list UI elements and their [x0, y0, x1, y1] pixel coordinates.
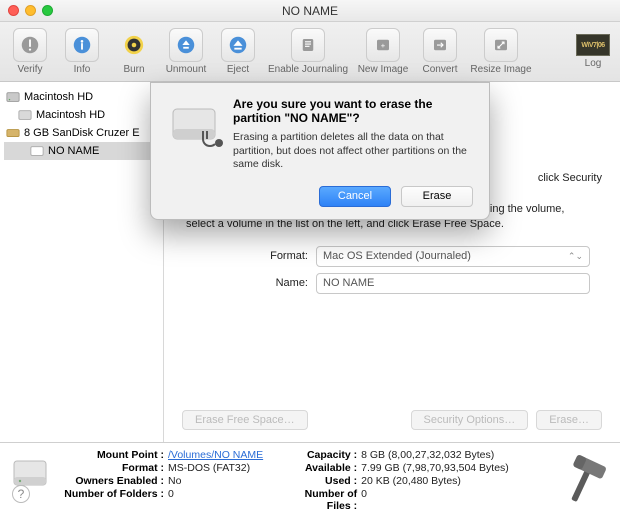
- truncated-text: click Security: [538, 172, 602, 184]
- log-icon: W\V7|06: [576, 34, 610, 56]
- dialog-body: Erasing a partition deletes all the data…: [233, 131, 473, 172]
- verify-button[interactable]: Verify: [4, 28, 56, 75]
- convert-button[interactable]: Convert: [414, 28, 466, 75]
- sidebar-volume-no-name[interactable]: NO NAME: [4, 142, 159, 160]
- format-select[interactable]: Mac OS Extended (Journaled) ⌃⌄: [316, 246, 590, 267]
- cancel-button[interactable]: Cancel: [319, 186, 391, 207]
- eject-icon: [221, 28, 255, 62]
- hammer-watermark: [554, 449, 614, 509]
- info-icon: [65, 28, 99, 62]
- unmount-icon: [169, 28, 203, 62]
- burn-button[interactable]: Burn: [108, 28, 160, 75]
- security-options-button: Security Options…: [411, 410, 529, 430]
- toolbar: Verify Info Burn Unmount Eject Enable Jo…: [0, 22, 620, 82]
- format-label: Format:: [186, 249, 316, 264]
- name-label: Name:: [186, 276, 316, 291]
- new-image-icon: +: [366, 28, 400, 62]
- chevron-updown-icon: ⌃⌄: [568, 250, 583, 262]
- log-button[interactable]: W\V7|06 Log: [576, 34, 610, 69]
- sidebar-disk-internal[interactable]: Macintosh HD: [4, 88, 159, 106]
- dialog-heading: Are you sure you want to erase the parti…: [233, 97, 473, 125]
- titlebar: NO NAME: [0, 0, 620, 22]
- new-image-button[interactable]: + New Image: [352, 28, 414, 75]
- stethoscope-icon: [197, 127, 225, 155]
- hdd-icon: [18, 108, 32, 122]
- svg-text:+: +: [381, 41, 386, 50]
- sidebar-disk-usb[interactable]: 8 GB SanDisk Cruzer E: [4, 124, 159, 142]
- sidebar: Macintosh HD Macintosh HD 8 GB SanDisk C…: [0, 82, 164, 442]
- volume-icon: [30, 144, 44, 158]
- help-button[interactable]: ?: [12, 485, 30, 503]
- enable-journaling-button[interactable]: Enable Journaling: [264, 28, 352, 75]
- confirm-erase-button[interactable]: Erase: [401, 186, 473, 207]
- convert-icon: [423, 28, 457, 62]
- mount-point-link[interactable]: /Volumes/NO NAME: [168, 449, 263, 461]
- resize-image-button[interactable]: Resize Image: [466, 28, 536, 75]
- resize-icon: [484, 28, 518, 62]
- burn-icon: [117, 28, 151, 62]
- usb-disk-icon: [6, 126, 20, 140]
- info-button[interactable]: Info: [56, 28, 108, 75]
- confirm-erase-dialog: Are you sure you want to erase the parti…: [150, 82, 490, 220]
- name-input[interactable]: [316, 273, 590, 294]
- erase-free-space-button: Erase Free Space…: [182, 410, 308, 430]
- disk-utility-icon: [167, 97, 221, 151]
- footer: Mount Point :/Volumes/NO NAME Format :MS…: [0, 442, 620, 509]
- erase-button: Erase…: [536, 410, 602, 430]
- verify-icon: [13, 28, 47, 62]
- journal-icon: [291, 28, 325, 62]
- sidebar-volume-macintosh-hd[interactable]: Macintosh HD: [4, 106, 159, 124]
- eject-button[interactable]: Eject: [212, 28, 264, 75]
- window-title: NO NAME: [0, 4, 620, 18]
- unmount-button[interactable]: Unmount: [160, 28, 212, 75]
- hdd-icon: [6, 90, 20, 104]
